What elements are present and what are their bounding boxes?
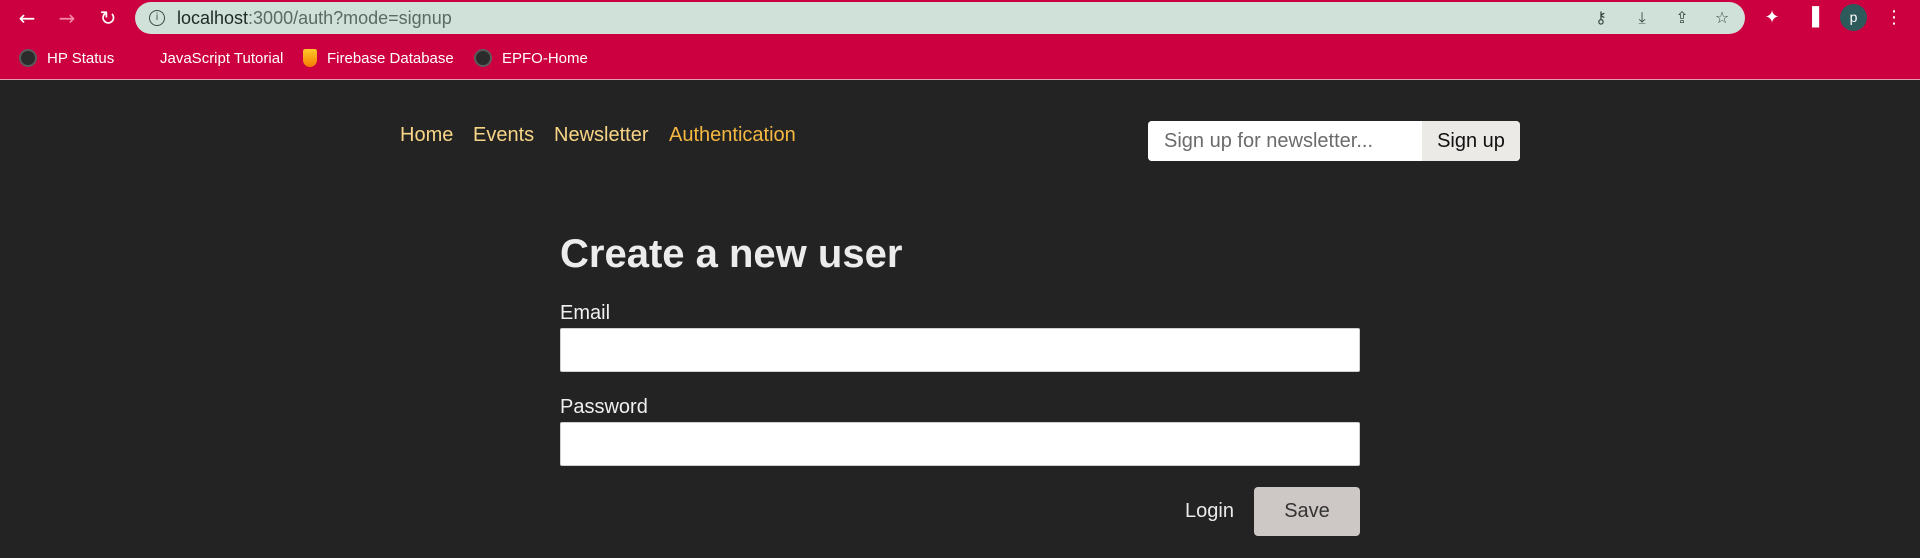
share-icon[interactable]: ⇪ xyxy=(1671,7,1693,29)
newsletter-signup: Sign up xyxy=(1148,121,1520,161)
password-key-icon[interactable]: ⚷ xyxy=(1590,7,1612,29)
save-button[interactable]: Save xyxy=(1254,487,1360,536)
browser-toolbar: ← → ↻ i localhost:3000/auth?mode=signup … xyxy=(0,0,1920,35)
globe-icon xyxy=(474,49,492,67)
forward-icon[interactable]: → xyxy=(53,4,81,32)
back-icon[interactable]: ← xyxy=(13,4,41,32)
avatar[interactable]: p xyxy=(1840,4,1867,31)
login-link[interactable]: Login xyxy=(1185,500,1234,523)
globe-icon xyxy=(19,49,37,67)
install-icon[interactable]: ⤓ xyxy=(1631,7,1653,29)
email-label: Email xyxy=(560,302,611,324)
url-text[interactable]: localhost:3000/auth?mode=signup xyxy=(177,8,452,29)
bookmark-epfo-home[interactable]: EPFO-Home xyxy=(474,47,588,69)
bookmark-label: HP Status xyxy=(47,49,115,67)
side-panel-icon[interactable]: ▐ xyxy=(1798,4,1826,32)
extensions-icon[interactable]: ✦ xyxy=(1758,4,1786,32)
site-info-icon[interactable]: i xyxy=(149,10,165,26)
password-label: Password xyxy=(560,396,648,418)
bookmark-icon xyxy=(132,49,150,67)
address-bar[interactable]: i localhost:3000/auth?mode=signup ⚷ ⤓ ⇪ … xyxy=(135,2,1745,34)
newsletter-signup-button[interactable]: Sign up xyxy=(1422,121,1520,161)
bookmark-label: Firebase Database xyxy=(327,49,454,67)
menu-kebab-icon[interactable]: ⋮ xyxy=(1880,4,1908,32)
bookmarks-bar: HP Status JavaScript Tutorial Firebase D… xyxy=(0,35,1920,80)
nav-link-newsletter[interactable]: Newsletter xyxy=(554,124,648,147)
bookmark-label: EPFO-Home xyxy=(502,49,588,67)
firebase-icon xyxy=(303,49,317,67)
nav-link-events[interactable]: Events xyxy=(473,124,534,147)
password-field[interactable] xyxy=(560,422,1360,466)
newsletter-email-input[interactable] xyxy=(1148,121,1422,161)
bookmark-label: JavaScript Tutorial xyxy=(160,49,284,67)
reload-icon[interactable]: ↻ xyxy=(94,4,122,32)
email-field[interactable] xyxy=(560,328,1360,372)
nav-link-authentication[interactable]: Authentication xyxy=(669,124,796,147)
bookmark-javascript-tutorial[interactable]: JavaScript Tutorial xyxy=(132,47,283,69)
star-icon[interactable]: ☆ xyxy=(1711,7,1733,29)
bookmark-firebase-database[interactable]: Firebase Database xyxy=(303,47,454,69)
page-title: Create a new user xyxy=(560,232,903,276)
nav-link-home[interactable]: Home xyxy=(400,124,453,147)
bookmark-hp-status[interactable]: HP Status xyxy=(19,47,114,69)
